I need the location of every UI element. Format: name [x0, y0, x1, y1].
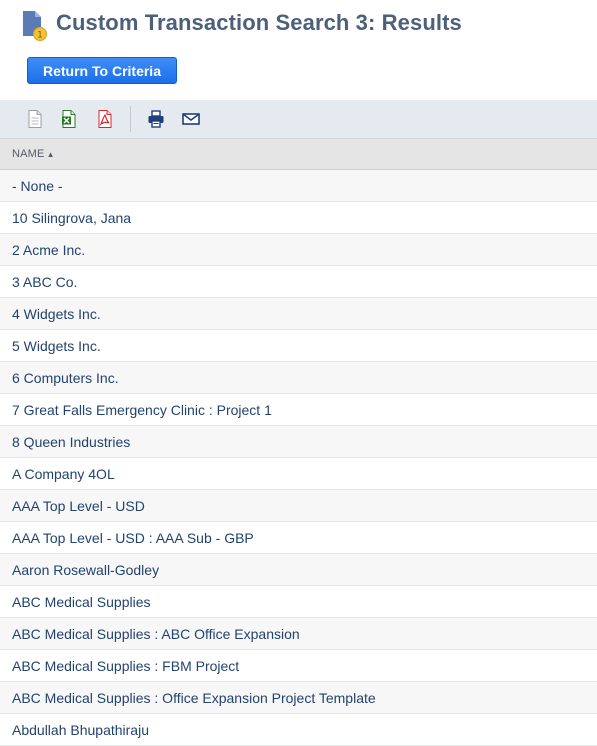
table-row: 7 Great Falls Emergency Clinic : Project…: [0, 394, 597, 426]
column-header-name[interactable]: NAME ▲: [0, 139, 597, 170]
saved-search-icon: 1: [23, 11, 47, 41]
result-name-link[interactable]: - None -: [12, 178, 63, 194]
export-toolbar: [0, 100, 597, 139]
table-row: ABC Medical Supplies : ABC Office Expans…: [0, 618, 597, 650]
table-row: A Company 4OL: [0, 458, 597, 490]
result-name-link[interactable]: Aaron Rosewall-Godley: [12, 562, 159, 578]
result-name-link[interactable]: 2 Acme Inc.: [12, 242, 85, 258]
result-name-link[interactable]: 8 Queen Industries: [12, 434, 130, 450]
result-name-link[interactable]: ABC Medical Supplies: [12, 594, 151, 610]
result-name-link[interactable]: AAA Top Level - USD : AAA Sub - GBP: [12, 530, 254, 546]
return-to-criteria-button[interactable]: Return To Criteria: [27, 57, 177, 84]
table-row: 8 Queen Industries: [0, 426, 597, 458]
page-header: 1 Custom Transaction Search 3: Results R…: [0, 0, 597, 100]
column-header-label: NAME: [12, 148, 45, 160]
table-row: 4 Widgets Inc.: [0, 298, 597, 330]
result-name-link[interactable]: ABC Medical Supplies : FBM Project: [12, 658, 239, 674]
print-icon[interactable]: [146, 109, 166, 129]
result-name-link[interactable]: Abdullah Bhupathiraju: [12, 722, 149, 738]
result-name-link[interactable]: A Company 4OL: [12, 466, 115, 482]
table-row: ABC Medical Supplies: [0, 586, 597, 618]
table-row: ABC Medical Supplies : Office Expansion …: [0, 682, 597, 714]
table-row: - None -: [0, 170, 597, 202]
email-icon[interactable]: [181, 109, 201, 129]
results-list: - None - 10 Silingrova, Jana 2 Acme Inc. 3 …: [0, 170, 597, 746]
table-row: AAA Top Level - USD: [0, 490, 597, 522]
export-excel-icon[interactable]: [59, 109, 79, 129]
export-pdf-icon[interactable]: [95, 109, 115, 129]
table-row: 6 Computers Inc.: [0, 362, 597, 394]
table-row: Aaron Rosewall-Godley: [0, 554, 597, 586]
table-row: 2 Acme Inc.: [0, 234, 597, 266]
result-name-link[interactable]: 7 Great Falls Emergency Clinic : Project…: [12, 402, 272, 418]
result-name-link[interactable]: 6 Computers Inc.: [12, 370, 119, 386]
table-row: ABC Medical Supplies : FBM Project: [0, 650, 597, 682]
toolbar-separator: [130, 106, 131, 132]
result-name-link[interactable]: AAA Top Level - USD: [12, 498, 145, 514]
table-row: Abdullah Bhupathiraju: [0, 714, 597, 746]
svg-text:1: 1: [37, 31, 43, 41]
table-row: AAA Top Level - USD : AAA Sub - GBP: [0, 522, 597, 554]
result-name-link[interactable]: 5 Widgets Inc.: [12, 338, 101, 354]
page-title: Custom Transaction Search 3: Results: [56, 10, 462, 35]
result-name-link[interactable]: ABC Medical Supplies : Office Expansion …: [12, 690, 376, 706]
sort-ascending-icon: ▲: [46, 149, 55, 159]
table-row: 5 Widgets Inc.: [0, 330, 597, 362]
table-row: 3 ABC Co.: [0, 266, 597, 298]
result-name-link[interactable]: 10 Silingrova, Jana: [12, 210, 131, 226]
table-row: 10 Silingrova, Jana: [0, 202, 597, 234]
export-csv-icon[interactable]: [25, 109, 45, 129]
result-name-link[interactable]: 3 ABC Co.: [12, 274, 77, 290]
result-name-link[interactable]: ABC Medical Supplies : ABC Office Expans…: [12, 626, 300, 642]
result-name-link[interactable]: 4 Widgets Inc.: [12, 306, 101, 322]
